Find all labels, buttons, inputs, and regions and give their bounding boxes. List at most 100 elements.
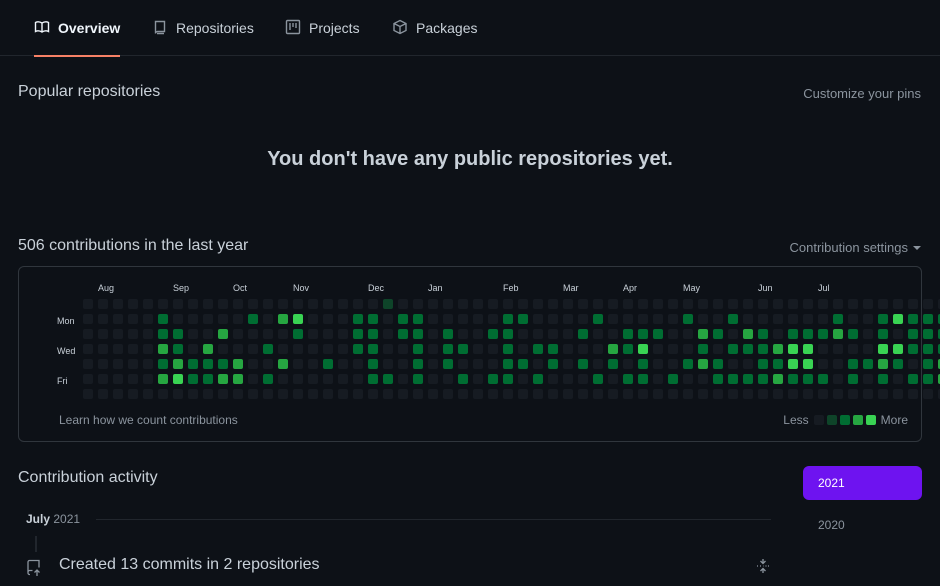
contribution-day[interactable] [803,359,813,369]
contribution-day[interactable] [893,314,903,324]
contribution-day[interactable] [488,344,498,354]
contribution-day[interactable] [713,344,723,354]
contribution-day[interactable] [518,329,528,339]
year-button-2020[interactable]: 2020 [803,508,922,542]
contribution-day[interactable] [773,389,783,399]
contribution-day[interactable] [383,344,393,354]
contribution-day[interactable] [188,374,198,384]
contribution-day[interactable] [293,344,303,354]
contribution-day[interactable] [863,314,873,324]
contribution-day[interactable] [338,359,348,369]
contribution-day[interactable] [563,374,573,384]
contribution-day[interactable] [758,374,768,384]
contribution-day[interactable] [788,389,798,399]
contribution-day[interactable] [398,314,408,324]
contribution-day[interactable] [173,344,183,354]
contribution-day[interactable] [548,314,558,324]
contribution-day[interactable] [788,359,798,369]
contribution-day[interactable] [383,329,393,339]
contribution-day[interactable] [173,314,183,324]
contribution-day[interactable] [518,344,528,354]
contribution-day[interactable] [533,359,543,369]
contribution-day[interactable] [848,299,858,309]
contribution-day[interactable] [848,374,858,384]
contribution-day[interactable] [698,374,708,384]
contribution-day[interactable] [803,374,813,384]
contribution-day[interactable] [743,299,753,309]
contribution-day[interactable] [413,329,423,339]
contribution-day[interactable] [608,314,618,324]
contribution-day[interactable] [398,359,408,369]
contribution-day[interactable] [188,344,198,354]
contribution-day[interactable] [98,374,108,384]
contribution-day[interactable] [428,314,438,324]
contribution-day[interactable] [758,329,768,339]
contribution-day[interactable] [773,314,783,324]
contribution-day[interactable] [323,314,333,324]
contribution-day[interactable] [578,344,588,354]
contribution-day[interactable] [653,299,663,309]
contribution-day[interactable] [338,299,348,309]
contribution-day[interactable] [773,359,783,369]
contribution-day[interactable] [128,329,138,339]
contribution-day[interactable] [293,389,303,399]
contribution-day[interactable] [548,374,558,384]
contribution-day[interactable] [638,359,648,369]
contribution-day[interactable] [758,359,768,369]
contribution-day[interactable] [293,299,303,309]
contribution-day[interactable] [143,389,153,399]
contribution-day[interactable] [428,374,438,384]
contribution-day[interactable] [713,314,723,324]
contribution-day[interactable] [623,329,633,339]
contribution-day[interactable] [593,314,603,324]
contribution-day[interactable] [233,359,243,369]
contribution-day[interactable] [728,389,738,399]
contribution-day[interactable] [218,299,228,309]
contribution-day[interactable] [428,359,438,369]
contribution-day[interactable] [308,314,318,324]
contribution-day[interactable] [248,359,258,369]
contribution-day[interactable] [878,389,888,399]
contribution-day[interactable] [443,344,453,354]
contribution-day[interactable] [428,299,438,309]
contribution-day[interactable] [533,299,543,309]
contribution-day[interactable] [908,389,918,399]
contribution-day[interactable] [233,374,243,384]
contribution-day[interactable] [548,359,558,369]
contribution-day[interactable] [893,374,903,384]
contribution-day[interactable] [848,344,858,354]
contribution-day[interactable] [368,299,378,309]
contribution-day[interactable] [278,329,288,339]
learn-count-contributions-link[interactable]: Learn how we count contributions [59,413,238,427]
contribution-day[interactable] [758,314,768,324]
contribution-day[interactable] [278,299,288,309]
contribution-day[interactable] [878,299,888,309]
contribution-day[interactable] [623,374,633,384]
contribution-day[interactable] [533,314,543,324]
contribution-day[interactable] [668,299,678,309]
contribution-day[interactable] [293,314,303,324]
contribution-day[interactable] [683,359,693,369]
contribution-day[interactable] [413,344,423,354]
tab-repositories[interactable]: Repositories [152,0,254,56]
contribution-day[interactable] [638,314,648,324]
contribution-day[interactable] [308,389,318,399]
contribution-day[interactable] [833,314,843,324]
contribution-day[interactable] [713,329,723,339]
contribution-day[interactable] [173,359,183,369]
contribution-day[interactable] [293,329,303,339]
contribution-day[interactable] [428,329,438,339]
contribution-day[interactable] [653,329,663,339]
contribution-day[interactable] [398,329,408,339]
contribution-day[interactable] [98,314,108,324]
contribution-day[interactable] [638,344,648,354]
contribution-day[interactable] [788,314,798,324]
contribution-day[interactable] [83,344,93,354]
contribution-day[interactable] [578,359,588,369]
contribution-day[interactable] [398,374,408,384]
contribution-day[interactable] [353,389,363,399]
contribution-day[interactable] [893,344,903,354]
contribution-day[interactable] [218,359,228,369]
contribution-day[interactable] [323,374,333,384]
contribution-day[interactable] [353,359,363,369]
